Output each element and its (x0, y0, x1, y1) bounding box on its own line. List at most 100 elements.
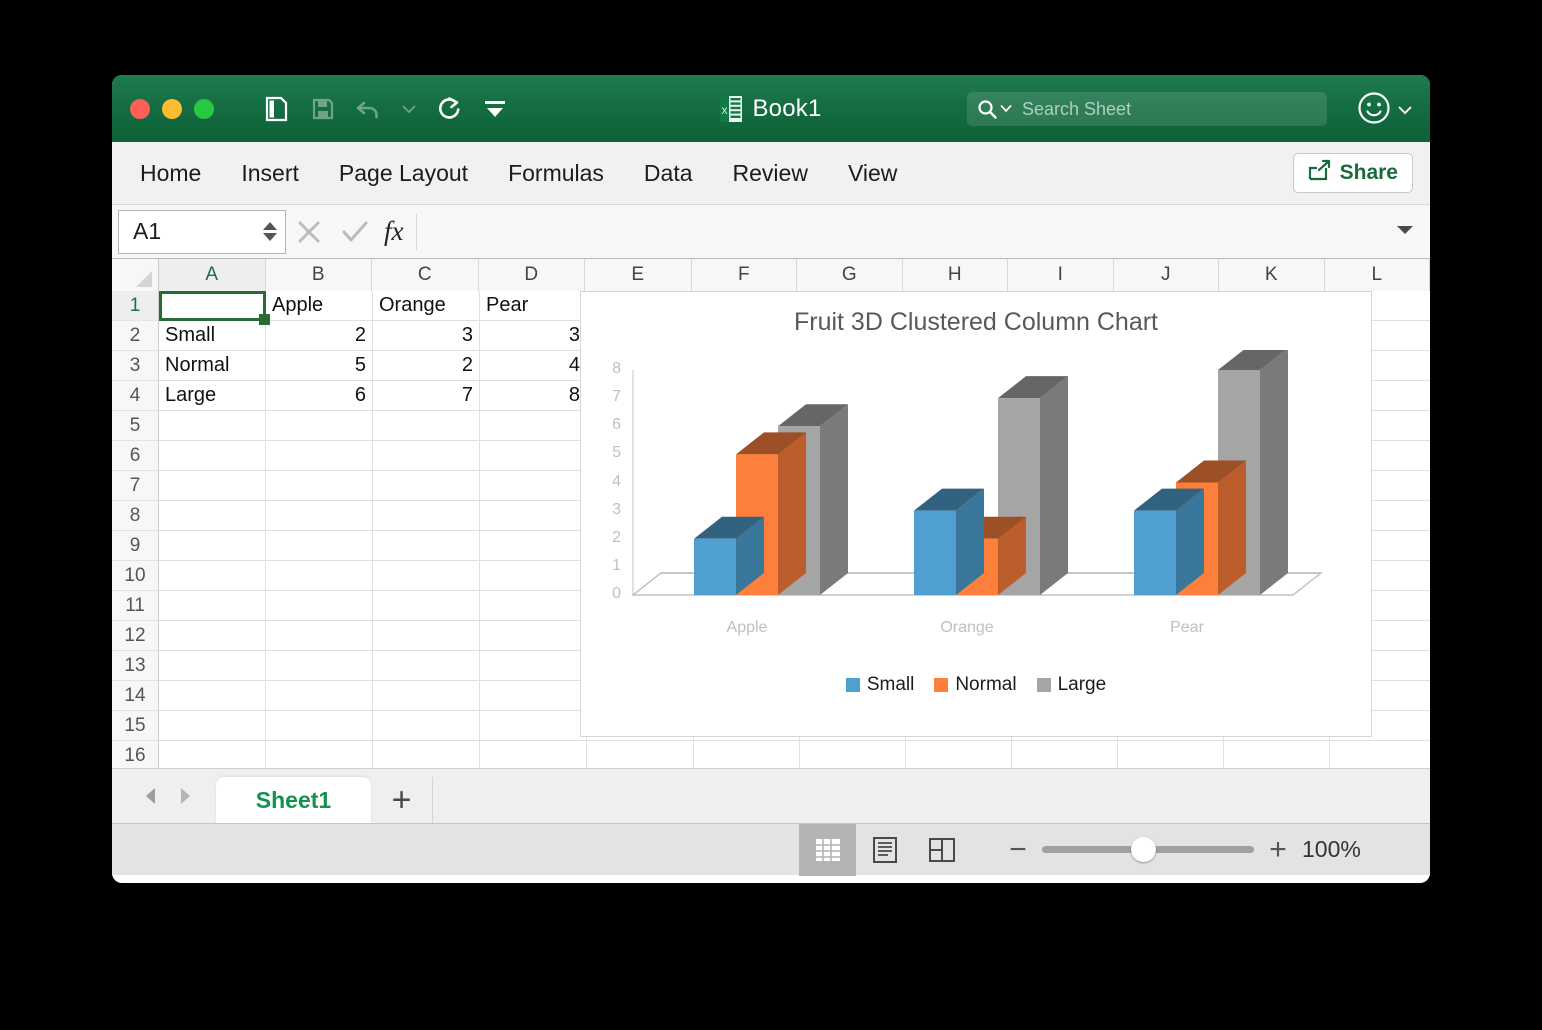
cell-B15[interactable] (266, 711, 373, 741)
cell-B12[interactable] (266, 621, 373, 651)
formula-input[interactable] (415, 213, 1396, 250)
undo-dropdown-icon[interactable] (402, 95, 416, 123)
row-header-8[interactable]: 8 (112, 501, 159, 531)
cell-C4[interactable]: 7 (373, 381, 480, 411)
cell-I16[interactable] (1012, 741, 1118, 768)
row-header-1[interactable]: 1 (112, 291, 159, 321)
cell-D12[interactable] (480, 621, 587, 651)
cell-C14[interactable] (373, 681, 480, 711)
ribbon-tab-home[interactable]: Home (120, 160, 221, 187)
next-sheet-button[interactable] (168, 768, 202, 823)
ribbon-tab-insert[interactable]: Insert (221, 160, 319, 187)
zoom-control[interactable]: − + (1007, 834, 1289, 865)
cell-A8[interactable] (159, 501, 266, 531)
cell-C9[interactable] (373, 531, 480, 561)
row-header-11[interactable]: 11 (112, 591, 159, 621)
column-header-f[interactable]: F (691, 259, 797, 291)
bar-orange-small[interactable] (914, 488, 984, 595)
search-sheet-box[interactable] (967, 92, 1327, 126)
cell-C5[interactable] (373, 411, 480, 441)
cell-D11[interactable] (480, 591, 587, 621)
row-header-16[interactable]: 16 (112, 741, 159, 768)
cell-D1[interactable]: Pear (480, 291, 587, 321)
zoom-slider[interactable] (1042, 837, 1254, 862)
legend-item-large[interactable]: Large (1036, 674, 1106, 696)
column-header-g[interactable]: G (797, 259, 903, 291)
sheet-tab-sheet1[interactable]: Sheet1 (216, 777, 371, 823)
row-header-6[interactable]: 6 (112, 441, 159, 471)
smiley-icon[interactable] (1357, 91, 1391, 130)
row-header-14[interactable]: 14 (112, 681, 159, 711)
row-header-3[interactable]: 3 (112, 351, 159, 381)
close-window-button[interactable] (130, 98, 150, 119)
cell-D13[interactable] (480, 651, 587, 681)
ribbon-tab-data[interactable]: Data (624, 160, 713, 187)
cell-D3[interactable]: 4 (480, 351, 587, 381)
cell-H16[interactable] (906, 741, 1012, 768)
row-header-15[interactable]: 15 (112, 711, 159, 741)
cell-A4[interactable]: Large (159, 381, 266, 411)
cell-C8[interactable] (373, 501, 480, 531)
column-header-c[interactable]: C (372, 259, 479, 291)
cell-L16[interactable] (1330, 741, 1430, 768)
cell-G16[interactable] (800, 741, 906, 768)
cell-K16[interactable] (1224, 741, 1330, 768)
cell-A1[interactable] (159, 291, 266, 321)
cell-A12[interactable] (159, 621, 266, 651)
cell-A16[interactable] (159, 741, 266, 768)
insert-function-button[interactable]: fx (384, 216, 404, 247)
feedback-group[interactable] (1357, 91, 1412, 130)
cell-E16[interactable] (587, 741, 694, 768)
cell-B11[interactable] (266, 591, 373, 621)
cell-A13[interactable] (159, 651, 266, 681)
cell-A2[interactable]: Small (159, 321, 266, 351)
cell-A10[interactable] (159, 561, 266, 591)
column-header-d[interactable]: D (478, 259, 585, 291)
cell-D10[interactable] (480, 561, 587, 591)
add-sheet-button[interactable]: + (371, 777, 433, 823)
cell-C10[interactable] (373, 561, 480, 591)
cell-B16[interactable] (266, 741, 373, 768)
row-header-4[interactable]: 4 (112, 381, 159, 411)
spinner-down-icon[interactable] (263, 233, 277, 241)
cell-D4[interactable]: 8 (480, 381, 587, 411)
cell-B8[interactable] (266, 501, 373, 531)
spreadsheet-grid[interactable]: ABCDEFGHIJKL 1 2 3 4 5 6 7 8 9 10 11 12 13 14 15 16 App… (112, 259, 1430, 768)
zoom-out-button[interactable]: − (1007, 834, 1029, 865)
page-break-view-button[interactable] (913, 824, 970, 876)
cell-C13[interactable] (373, 651, 480, 681)
page-layout-view-button[interactable] (856, 824, 913, 876)
undo-icon[interactable] (356, 95, 382, 123)
row-header-5[interactable]: 5 (112, 411, 159, 441)
column-header-b[interactable]: B (265, 259, 372, 291)
cell-D6[interactable] (480, 441, 587, 471)
column-header-j[interactable]: J (1113, 259, 1219, 291)
cell-A14[interactable] (159, 681, 266, 711)
share-button[interactable]: Share (1292, 153, 1413, 193)
cell-C12[interactable] (373, 621, 480, 651)
formula-bar-expand-icon[interactable] (1396, 223, 1414, 241)
save-icon[interactable] (310, 95, 336, 123)
cell-D5[interactable] (480, 411, 587, 441)
row-header-13[interactable]: 13 (112, 651, 159, 681)
cell-C3[interactable]: 2 (373, 351, 480, 381)
search-input[interactable] (1020, 97, 1310, 121)
row-header-9[interactable]: 9 (112, 531, 159, 561)
column-header-i[interactable]: I (1008, 259, 1114, 291)
cell-F16[interactable] (694, 741, 800, 768)
chart-object[interactable]: Fruit 3D Clustered Column Chart 8 7 6 5 4 3 2 1… (580, 291, 1372, 737)
cell-D7[interactable] (480, 471, 587, 501)
cell-A9[interactable] (159, 531, 266, 561)
cell-B2[interactable]: 2 (266, 321, 373, 351)
cell-A5[interactable] (159, 411, 266, 441)
legend-item-small[interactable]: Small (845, 674, 914, 696)
legend-item-normal[interactable]: Normal (934, 674, 1017, 696)
cell-B10[interactable] (266, 561, 373, 591)
cell-J16[interactable] (1118, 741, 1224, 768)
cell-A7[interactable] (159, 471, 266, 501)
column-header-a[interactable]: A (159, 259, 266, 291)
cell-B1[interactable]: Apple (266, 291, 373, 321)
column-header-h[interactable]: H (902, 259, 1008, 291)
accept-formula-button[interactable] (332, 219, 378, 245)
customize-toolbar-icon[interactable] (482, 95, 508, 123)
